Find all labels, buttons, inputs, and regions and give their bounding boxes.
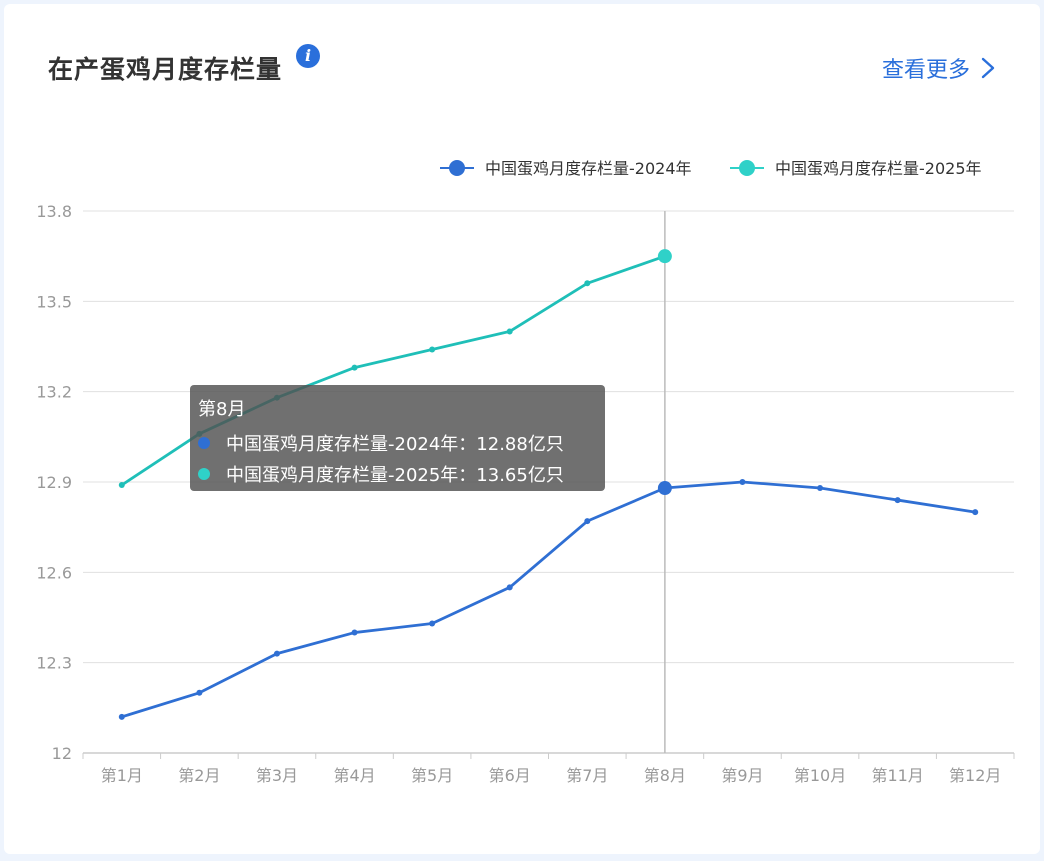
- data-point: [118, 713, 125, 720]
- tooltip-row-2024: 中国蛋鸡月度存栏量-2024年：12.88亿只: [198, 427, 597, 458]
- x-tick-label: 第7月: [566, 766, 608, 785]
- y-tick-label: 12.6: [36, 563, 72, 582]
- x-tick-label: 第2月: [178, 766, 220, 785]
- y-tick-label: 12.3: [36, 654, 72, 673]
- legend-label: 中国蛋鸡月度存栏量-2025年: [775, 159, 982, 178]
- data-point: [429, 620, 436, 627]
- data-point: [506, 328, 513, 335]
- x-tick-label: 第4月: [333, 766, 375, 785]
- data-point: [351, 364, 358, 371]
- data-point: [118, 482, 125, 489]
- x-tick-label: 第12月: [949, 766, 1001, 785]
- tooltip-row-2025: 中国蛋鸡月度存栏量-2025年：13.65亿只: [198, 458, 597, 489]
- tooltip-row-label: 中国蛋鸡月度存栏量-2024年：12.88亿只: [226, 433, 564, 455]
- y-tick-label: 13.8: [36, 202, 72, 221]
- series-2025-dot-icon: [198, 467, 210, 480]
- data-point: [894, 497, 901, 504]
- data-point: [351, 629, 358, 636]
- legend-label: 中国蛋鸡月度存栏量-2024年: [485, 159, 692, 178]
- x-tick-label: 第5月: [411, 766, 453, 785]
- x-tick-label: 第8月: [644, 766, 686, 785]
- legend-marker: [739, 160, 755, 176]
- data-point: [584, 280, 591, 287]
- data-point: [657, 249, 672, 264]
- y-tick-label: 13.5: [36, 292, 72, 311]
- data-point: [972, 509, 979, 516]
- data-point: [817, 485, 824, 492]
- x-tick-label: 第10月: [794, 766, 846, 785]
- x-tick-label: 第6月: [489, 766, 531, 785]
- data-point: [584, 518, 591, 525]
- data-point: [506, 584, 513, 591]
- legend-marker: [449, 160, 465, 176]
- data-point: [657, 481, 672, 496]
- x-tick-label: 第9月: [721, 766, 763, 785]
- chart-tooltip: 第8月 中国蛋鸡月度存栏量-2024年：12.88亿只 中国蛋鸡月度存栏量-20…: [190, 385, 605, 491]
- data-point: [273, 650, 280, 657]
- series-line-2024: [121, 480, 976, 719]
- x-tick-label: 第3月: [256, 766, 298, 785]
- x-tick-label: 第11月: [871, 766, 923, 785]
- y-tick-label: 12: [52, 744, 72, 763]
- data-point: [739, 479, 746, 485]
- data-point: [429, 346, 436, 353]
- tooltip-row-label: 中国蛋鸡月度存栏量-2025年：13.65亿只: [226, 464, 564, 486]
- x-tick-label: 第1月: [101, 766, 143, 785]
- data-point: [196, 689, 203, 696]
- y-tick-label: 12.9: [36, 473, 72, 492]
- y-tick-label: 13.2: [36, 383, 72, 402]
- series-2024-dot-icon: [198, 436, 210, 449]
- tooltip-title: 第8月: [198, 399, 246, 420]
